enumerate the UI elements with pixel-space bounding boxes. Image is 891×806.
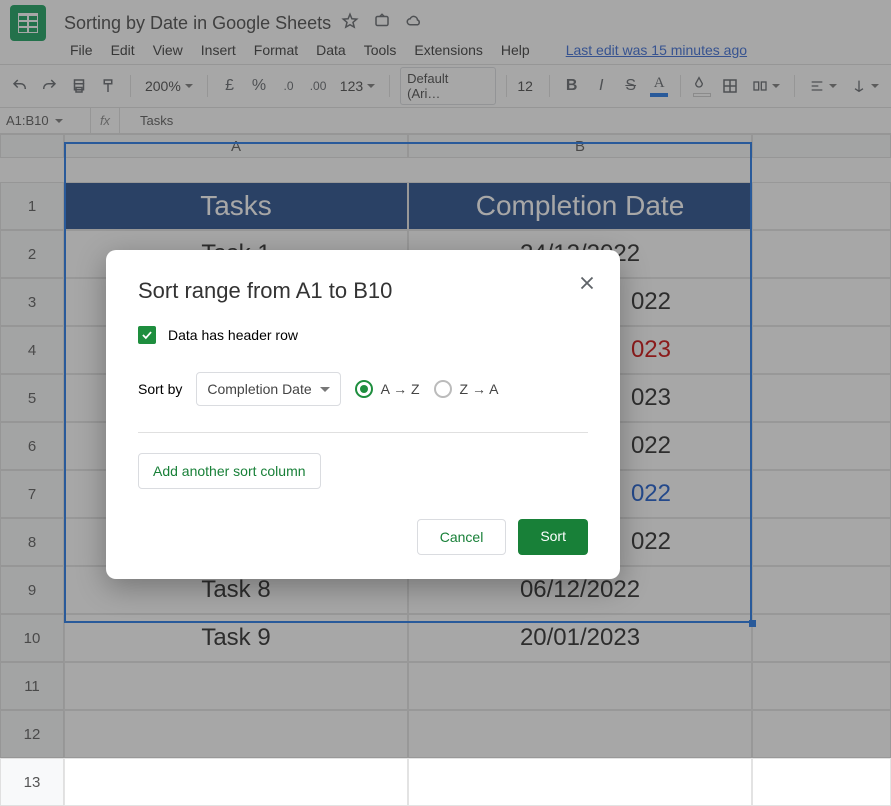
divider — [138, 432, 588, 433]
row-header[interactable]: 13 — [0, 758, 64, 806]
cell[interactable] — [64, 758, 408, 806]
dialog-title: Sort range from A1 to B10 — [138, 278, 588, 304]
sort-range-dialog: Sort range from A1 to B10 Data has heade… — [106, 250, 620, 579]
header-row-checkbox[interactable] — [138, 326, 156, 344]
modal-overlay: Sort range from A1 to B10 Data has heade… — [0, 0, 891, 758]
sort-za-radio[interactable]: Z → A — [434, 380, 499, 398]
sort-column-select[interactable]: Completion Date — [196, 372, 340, 406]
sort-button[interactable]: Sort — [518, 519, 588, 555]
header-row-label: Data has header row — [168, 327, 298, 343]
cell[interactable] — [408, 758, 752, 806]
sort-by-label: Sort by — [138, 381, 182, 397]
cell[interactable] — [752, 758, 891, 806]
close-button[interactable] — [576, 272, 598, 299]
add-sort-column-button[interactable]: Add another sort column — [138, 453, 321, 489]
sort-az-radio[interactable]: A → Z — [355, 380, 420, 398]
cancel-button[interactable]: Cancel — [417, 519, 507, 555]
